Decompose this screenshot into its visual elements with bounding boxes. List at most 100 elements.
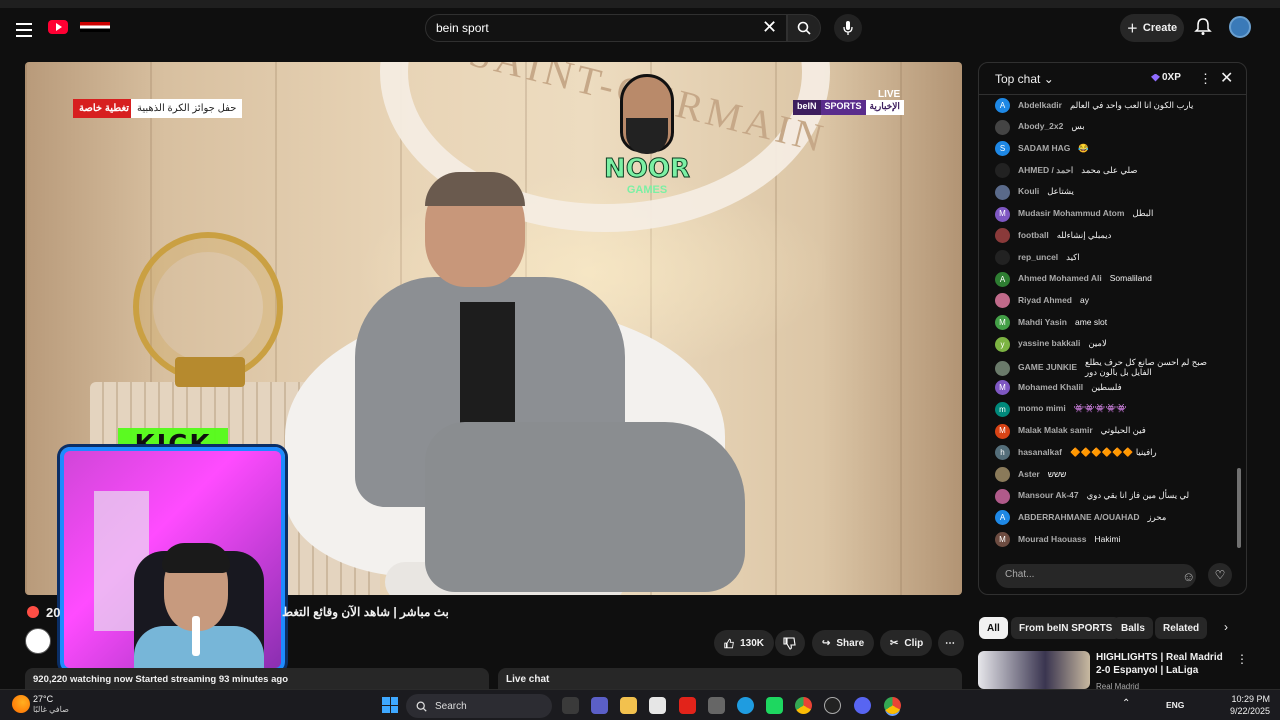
chat-author[interactable]: Malak Malak samir — [1018, 425, 1093, 436]
chrome-icon[interactable] — [795, 697, 812, 714]
tray-chevron-icon[interactable]: ⌃ — [1122, 698, 1130, 709]
chat-avatar[interactable]: y — [995, 336, 1010, 352]
chat-avatar[interactable]: A — [995, 98, 1010, 113]
chat-message[interactable]: football ديمبلي إنشاءلله — [995, 228, 1220, 244]
discord-icon[interactable] — [854, 697, 871, 714]
chat-avatar[interactable]: m — [995, 401, 1010, 417]
chat-author[interactable]: Abdelkadir — [1018, 100, 1062, 111]
top-chat-dropdown[interactable]: Top chat ⌄ — [995, 72, 1054, 86]
media-app-icon[interactable] — [679, 697, 696, 714]
chip-related[interactable]: Related — [1155, 617, 1208, 639]
chat-author[interactable]: yassine bakkali — [1018, 339, 1080, 349]
chat-author[interactable]: Mahdi Yasin — [1018, 317, 1067, 328]
chat-author[interactable]: Abody_2x2 — [1018, 122, 1063, 132]
chat-avatar[interactable] — [995, 360, 1010, 376]
chat-author[interactable]: Kouli — [1018, 187, 1039, 197]
chat-message[interactable]: M Malak Malak samir فين الحيلوتي — [995, 423, 1220, 439]
chat-avatar[interactable] — [995, 293, 1010, 309]
browser-tab-strip[interactable] — [0, 0, 1280, 8]
chat-message[interactable]: m momo mimi 👾👾👾👾👾 — [995, 401, 1220, 417]
chat-message[interactable]: h hasanalkaf 🔶🔶🔶🔶🔶🔶 رافينيا — [995, 445, 1220, 461]
chat-message[interactable]: rep_uncel اكيد — [995, 249, 1220, 265]
chat-author[interactable]: Mourad Haouass — [1018, 534, 1087, 545]
notifications-bell-icon[interactable] — [1193, 17, 1213, 37]
chat-message[interactable]: Aster ששש — [995, 466, 1220, 482]
chat-message[interactable]: A Abdelkadir يارب الكون انا العب واحد في ا… — [995, 98, 1220, 113]
chat-author[interactable]: AHMED / احمد — [1018, 165, 1073, 176]
task-view-icon[interactable] — [562, 697, 579, 714]
chat-avatar[interactable]: h — [995, 445, 1010, 461]
chat-avatar[interactable]: A — [995, 271, 1010, 287]
chat-message[interactable]: M Mudasir Mohammud Atom البطل — [995, 206, 1220, 222]
chat-message[interactable]: y yassine bakkali لامين — [995, 336, 1220, 352]
menu-icon[interactable] — [12, 18, 36, 42]
chat-author[interactable]: ABDERRAHMANE A/OUAHAD — [1018, 512, 1140, 523]
chat-more-icon[interactable]: ⋮ — [1199, 71, 1212, 87]
chat-message[interactable]: Kouli يشتاعل — [995, 184, 1220, 200]
chat-author[interactable]: SADAM HAG — [1018, 143, 1070, 154]
chat-message-list[interactable]: A Abdelkadir يارب الكون انا العب واحد في ا… — [979, 96, 1246, 556]
chat-author[interactable]: Mansour Ak-47 — [1018, 490, 1079, 501]
chat-avatar[interactable]: M — [995, 423, 1010, 439]
chat-author[interactable]: Riyad Ahmed — [1018, 295, 1072, 306]
file-explorer-icon[interactable] — [620, 697, 637, 714]
chat-author[interactable]: Mudasir Mohammud Atom — [1018, 208, 1124, 219]
chat-author[interactable]: hasanalkaf — [1018, 447, 1062, 458]
clock[interactable]: 10:29 PM 9/22/2025 — [1222, 693, 1270, 717]
chat-author[interactable]: Ahmed Mohamed Ali — [1018, 273, 1102, 284]
dislike-button[interactable] — [775, 630, 805, 656]
calculator-icon[interactable] — [708, 697, 725, 714]
chat-message[interactable]: S SADAM HAG 😂 — [995, 141, 1220, 157]
chat-message[interactable]: A ABDERRAHMANE A/OUAHAD محرز — [995, 510, 1220, 526]
chrome-active-icon[interactable] — [884, 697, 901, 714]
channel-avatar[interactable] — [25, 628, 51, 654]
chat-message[interactable]: Mansour Ak-47 لي يسأل مين فاز انا بقي دوي — [995, 488, 1220, 504]
chat-avatar[interactable] — [995, 184, 1010, 200]
heart-icon[interactable]: ♡ — [1208, 563, 1232, 587]
chat-scrollbar[interactable] — [1237, 468, 1241, 548]
chat-avatar[interactable] — [995, 228, 1010, 244]
account-avatar[interactable] — [1229, 16, 1251, 38]
chat-avatar[interactable] — [995, 488, 1010, 504]
chat-avatar[interactable]: M — [995, 206, 1010, 222]
app-green-icon[interactable] — [766, 697, 783, 714]
search-input[interactable]: bein sport — [425, 14, 787, 42]
recommendation-thumbnail[interactable] — [978, 651, 1090, 689]
chat-avatar[interactable]: M — [995, 380, 1010, 396]
language-indicator[interactable]: ENG — [1166, 700, 1184, 710]
chat-avatar[interactable]: M — [995, 532, 1010, 547]
media-player-icon[interactable] — [824, 697, 841, 714]
chat-message[interactable]: M Mohamed Khalil فلسطين — [995, 380, 1220, 396]
chat-message[interactable]: Riyad Ahmed ay — [995, 293, 1220, 309]
taskbar-search[interactable]: Search — [406, 694, 552, 718]
chat-avatar[interactable]: A — [995, 510, 1010, 526]
chat-input[interactable]: Chat... — [996, 564, 1196, 588]
notepad-icon[interactable] — [649, 697, 666, 714]
chat-message[interactable]: Abody_2x2 بس — [995, 119, 1220, 135]
chat-message[interactable]: M Mahdi Yasin ame slot — [995, 315, 1220, 330]
chat-message[interactable]: GAME JUNKIE صبح لم احسن صانع كل حرف يطلع … — [995, 358, 1220, 378]
xp-badge[interactable]: 0XP — [1151, 72, 1181, 83]
chat-message[interactable]: M Mourad Haouass Hakimi — [995, 532, 1220, 547]
youtube-logo[interactable] — [48, 20, 68, 34]
chat-message[interactable]: A Ahmed Mohamed Ali Somaliland — [995, 271, 1220, 287]
start-button[interactable] — [382, 697, 398, 713]
more-actions-button[interactable]: ⋯ — [938, 630, 964, 656]
chat-author[interactable]: GAME JUNKIE — [1018, 362, 1077, 373]
chat-avatar[interactable] — [995, 119, 1010, 135]
chat-author[interactable]: Mohamed Khalil — [1018, 382, 1083, 393]
chat-author[interactable]: Aster — [1018, 469, 1040, 480]
chat-message[interactable]: AHMED / احمد صلي على محمد — [995, 163, 1220, 179]
chip-all[interactable]: All — [979, 617, 1008, 639]
chat-avatar[interactable] — [995, 163, 1010, 179]
clear-search-icon[interactable]: ✕ — [762, 17, 777, 38]
chevron-right-icon[interactable]: › — [1224, 620, 1228, 634]
chat-avatar[interactable] — [995, 249, 1010, 265]
create-button[interactable]: ＋ Create — [1120, 14, 1184, 42]
teams-icon[interactable] — [591, 697, 608, 714]
share-button[interactable]: ↪ Share — [812, 630, 874, 656]
chat-author[interactable]: football — [1018, 230, 1049, 241]
emoji-icon[interactable]: ☺ — [1182, 569, 1195, 584]
recommendation-more-icon[interactable]: ⋮ — [1236, 652, 1248, 666]
chat-avatar[interactable]: S — [995, 141, 1010, 157]
